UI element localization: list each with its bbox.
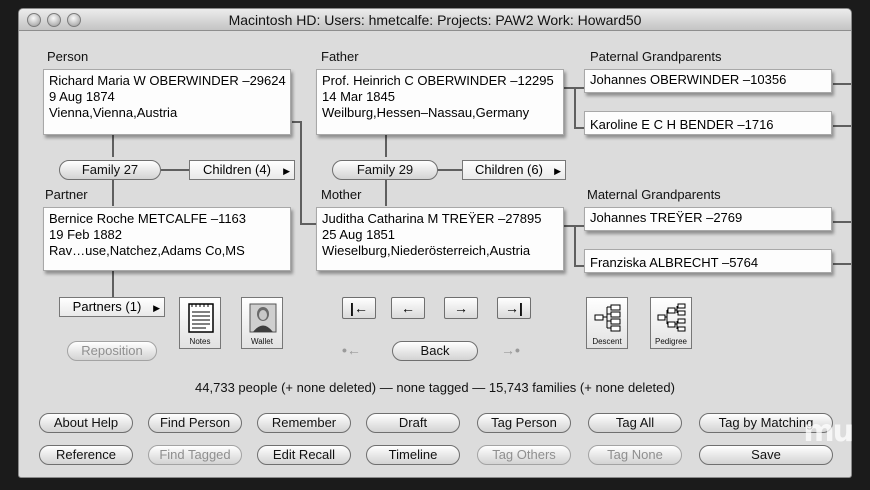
father-date: 14 Mar 1845 [322,89,395,104]
history-forward-icon: →• [501,342,520,358]
father-place: Weilburg,Hessen–Nassau,Germany [322,105,530,120]
family-view: Person Richard Maria W OBERWINDER –29624… [19,31,851,477]
person-date: 9 Aug 1874 [49,89,115,104]
last-button[interactable]: →| [497,297,531,319]
person-box[interactable]: Richard Maria W OBERWINDER –29624 9 Aug … [43,69,291,135]
partner-date: 19 Feb 1882 [49,227,123,242]
notes-icon [188,303,214,333]
maternal-grandmother-name: Franziska ALBRECHT –5764 [590,255,759,270]
previous-button[interactable]: ← [391,297,425,319]
parents-vertical-connector [300,121,302,225]
main-window: Macintosh HD: Users: hmetcalfe: Projects… [18,8,852,478]
find-person-button[interactable]: Find Person [148,413,242,433]
history-back-icon: •← [342,342,361,358]
tag-others-button[interactable]: Tag Others [477,445,571,465]
popup-arrow-icon: ▶ [554,166,561,176]
partner-box[interactable]: Bernice Roche METCALFE –1163 19 Feb 1882… [43,207,291,271]
father-children-label: Children (6) [475,162,543,177]
family-partner-connector [112,176,114,206]
partner-partners-connector [112,271,114,297]
person-heading: Person [47,49,89,64]
partners-label: Partners (1) [72,299,142,314]
pedigree-button[interactable]: Pedigree [650,297,692,349]
popup-arrow-icon: ▶ [283,166,290,176]
save-button[interactable]: Save [699,445,833,465]
maternal-grandfather-box[interactable]: Johannes TREŸER –2769 [584,207,832,231]
father-name: Prof. Heinrich C OBERWINDER –12295 [322,73,554,88]
family-children-connector [161,169,189,171]
paternal-grandfather-box[interactable]: Johannes OBERWINDER –10356 [584,69,832,93]
notes-caption: Notes [189,337,211,346]
family-mother-connector [385,176,387,206]
mother-date: 25 Aug 1851 [322,227,396,242]
paternal-vertical-connector [574,87,576,129]
father-children-popup[interactable]: Children (6) ▶ [462,160,566,180]
maternal-grandfather-name: Johannes TREŸER –2769 [590,210,743,225]
reposition-button[interactable]: Reposition [67,341,157,361]
partner-place: Rav…use,Natchez,Adams Co,MS [49,243,245,258]
edit-recall-button[interactable]: Edit Recall [257,445,351,465]
person-children-popup[interactable]: Children (4) ▶ [189,160,295,180]
database-stats: 44,733 people (+ none deleted) — none ta… [195,380,675,395]
title-bar[interactable]: Macintosh HD: Users: hmetcalfe: Projects… [19,9,851,31]
timeline-button[interactable]: Timeline [366,445,460,465]
remember-button[interactable]: Remember [257,413,351,433]
maternal-grandmother-box[interactable]: Franziska ALBRECHT –5764 [584,249,832,273]
pedigree-chart-icon [657,303,686,332]
draft-button[interactable]: Draft [366,413,460,433]
notes-button[interactable]: Notes [179,297,221,349]
person-family-connector [112,135,114,157]
mother-place: Wieselburg,Niederösterreich,Austria [322,243,531,258]
paternal-grandmother-box[interactable]: Karoline E C H BENDER –1716 [584,111,832,135]
maternal-grandmother-connector [574,265,584,267]
tag-by-matching-button[interactable]: Tag by Matching [699,413,833,433]
person-place: Vienna,Vienna,Austria [49,105,178,120]
father-family-connector [385,135,387,157]
person-family-button[interactable]: Family 27 [59,160,161,180]
wallet-caption: Wallet [251,337,273,346]
mother-link-connector [300,223,316,225]
find-tagged-button[interactable]: Find Tagged [148,445,242,465]
person-name: Richard Maria W OBERWINDER –29624 [49,73,286,88]
pedigree-caption: Pedigree [654,337,688,346]
ggf-connector-1 [833,83,851,85]
ggf-connector-4 [833,263,851,265]
father-heading: Father [321,49,359,64]
father-family-button[interactable]: Family 29 [332,160,438,180]
first-button[interactable]: |← [342,297,376,319]
partner-heading: Partner [45,187,88,202]
paternal-grandmother-name: Karoline E C H BENDER –1716 [590,117,774,132]
ggf-connector-2 [833,125,851,127]
wallet-button[interactable]: Wallet [241,297,283,349]
next-button[interactable]: → [444,297,478,319]
about-help-button[interactable]: About Help [39,413,133,433]
descent-chart-icon [594,304,621,332]
back-button[interactable]: Back [392,341,478,361]
descent-button[interactable]: Descent [586,297,628,349]
paternal-heading: Paternal Grandparents [590,49,722,64]
paternal-grandmother-connector [574,127,584,129]
tag-person-button[interactable]: Tag Person [477,413,571,433]
ggf-connector-3 [833,221,851,223]
partners-popup[interactable]: Partners (1) ▶ [59,297,165,317]
window-title: Macintosh HD: Users: hmetcalfe: Projects… [228,12,642,28]
paternal-grandfather-name: Johannes OBERWINDER –10356 [590,72,787,87]
wallet-icon [249,303,277,333]
father-children-connector [437,169,463,171]
mother-heading: Mother [321,187,362,202]
father-box[interactable]: Prof. Heinrich C OBERWINDER –12295 14 Ma… [316,69,564,135]
person-children-label: Children (4) [203,162,271,177]
maternal-vertical-connector [574,225,576,267]
mother-box[interactable]: Juditha Catharina M TREŸER –27895 25 Aug… [316,207,564,271]
tag-all-button[interactable]: Tag All [588,413,682,433]
mother-name: Juditha Catharina M TREŸER –27895 [322,211,542,226]
maternal-heading: Maternal Grandparents [587,187,721,202]
partner-name: Bernice Roche METCALFE –1163 [49,211,247,226]
tag-none-button[interactable]: Tag None [588,445,682,465]
popup-arrow-icon: ▶ [153,303,160,313]
descent-caption: Descent [592,337,622,346]
reference-button[interactable]: Reference [39,445,133,465]
